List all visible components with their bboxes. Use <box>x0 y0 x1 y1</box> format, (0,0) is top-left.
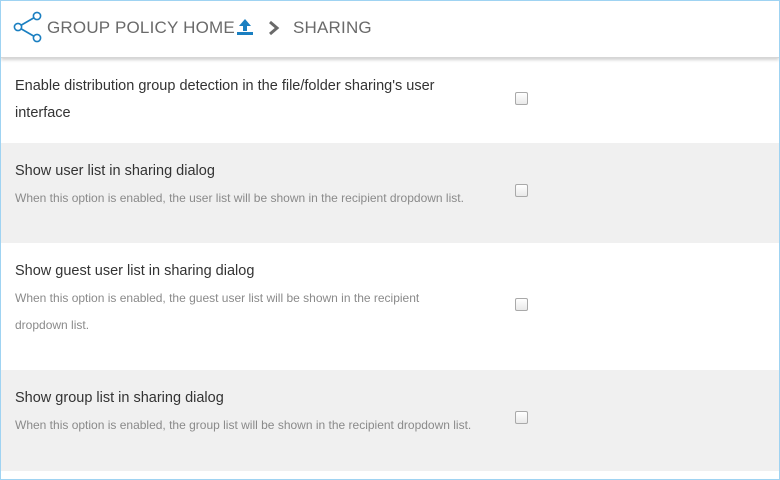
setting-description: When this option is enabled, the guest u… <box>15 291 420 332</box>
setting-description: When this option is enabled, the group l… <box>15 418 472 432</box>
setting-row-guest-user-list: Show guest user list in sharing dialog W… <box>1 243 779 370</box>
guest-user-list-checkbox[interactable] <box>515 298 528 311</box>
setting-title: Enable distribution group detection in t… <box>15 78 435 121</box>
distribution-group-checkbox[interactable] <box>515 92 528 105</box>
setting-title: Show user list in sharing dialog <box>15 163 215 179</box>
settings-list: Enable distribution group detection in t… <box>1 61 779 471</box>
setting-row-user-list: Show user list in sharing dialog When th… <box>1 143 779 243</box>
upload-icon[interactable] <box>235 17 255 37</box>
setting-title: Show guest user list in sharing dialog <box>15 263 255 279</box>
setting-row-group-list: Show group list in sharing dialog When t… <box>1 370 779 471</box>
breadcrumb-header: GROUP POLICY HOME SHARING <box>1 1 779 58</box>
breadcrumb-current: SHARING <box>293 18 372 37</box>
user-list-checkbox[interactable] <box>515 184 528 197</box>
setting-row-distribution-group: Enable distribution group detection in t… <box>1 61 779 143</box>
chevron-right-icon <box>269 20 280 36</box>
setting-title: Show group list in sharing dialog <box>15 390 224 406</box>
setting-description: When this option is enabled, the user li… <box>15 191 464 205</box>
breadcrumb-home-link[interactable]: GROUP POLICY HOME <box>47 18 235 38</box>
group-list-checkbox[interactable] <box>515 411 528 424</box>
app-frame: GROUP POLICY HOME SHARING Enable distrib… <box>0 0 780 480</box>
share-icon <box>13 11 42 43</box>
